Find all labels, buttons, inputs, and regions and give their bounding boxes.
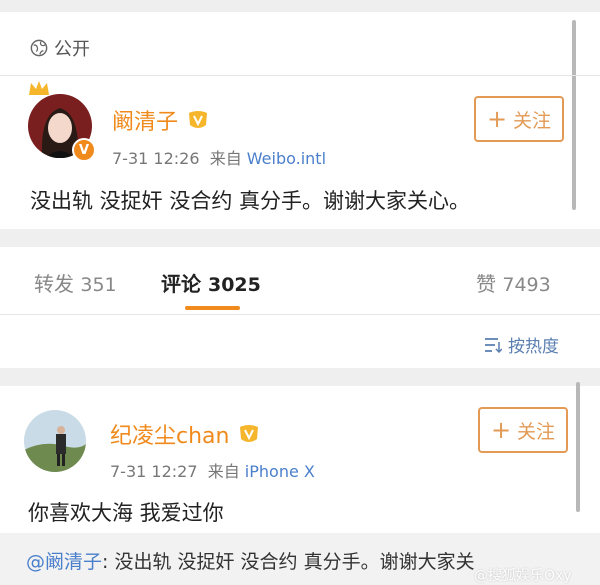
verified-badge: V [72,138,96,162]
comment-time: 7-31 12:27 [110,462,198,481]
sort-button[interactable]: 按热度 [484,332,559,357]
follow-label: 关注 [513,109,552,132]
comment-content: 你喜欢大海 我爱过你 [28,501,224,525]
globe-icon [30,39,48,57]
post-scrollbar[interactable] [572,20,576,210]
post-content: 没出轨 没捉奸 没合约 真分手。谢谢大家关心。 [30,189,471,213]
tab-comments-label: 评论 [161,272,201,296]
author-name-text[interactable]: 阚清子 [112,104,178,136]
tab-likes-label: 赞 [476,272,496,296]
active-tab-indicator [185,306,240,310]
watermark: @搜狐娱乐Oxy [474,568,572,584]
comment-source-prefix: 来自 [207,462,240,481]
divider [0,314,600,315]
sort-label: 按热度 [508,337,559,357]
vip-icon [240,425,259,442]
commenter-avatar[interactable] [24,410,86,472]
commenter-name-text[interactable]: 纪凌尘chan [110,418,229,450]
crown-icon [29,81,49,95]
tab-likes-count: 7493 [502,274,551,296]
quoted-post[interactable]: @阚清子: 没出轨 没捉奸 没合约 真分手。谢谢大家关 @搜狐娱乐Oxy [0,533,600,585]
author-avatar-wrap[interactable]: V [24,81,96,162]
plus-icon: + [490,416,512,444]
tab-reposts-count: 351 [80,274,117,296]
section-gap [0,229,600,247]
quoted-body: : 没出轨 没捉奸 没合约 真分手。谢谢大家关 [102,551,475,573]
section-gap [0,368,600,386]
post-time: 7-31 12:26 [112,149,200,168]
post-meta: 7-31 12:26 来自 Weibo.intl [112,145,326,169]
tab-comments[interactable]: 评论 3025 [161,268,261,297]
author-name[interactable]: 阚清子 [112,104,210,136]
visibility-text: 公开 [54,39,90,60]
follow-button[interactable]: + 关注 [474,96,564,142]
tab-reposts[interactable]: 转发 351 [34,268,117,297]
follow-label: 关注 [517,420,556,443]
sort-icon [485,337,502,353]
tab-reposts-label: 转发 [34,272,74,296]
tab-comments-count: 3025 [207,274,261,296]
divider [0,75,600,76]
visibility-label: 公开 [30,35,90,61]
plus-icon: + [486,105,508,133]
post-source[interactable]: Weibo.intl [247,149,326,168]
quoted-post-text: @阚清子: 没出轨 没捉奸 没合约 真分手。谢谢大家关 [26,547,475,574]
post-source-prefix: 来自 [209,149,242,168]
commenter-name[interactable]: 纪凌尘chan [110,418,261,450]
top-gap [0,0,600,12]
quoted-mention[interactable]: @阚清子 [26,551,102,573]
follow-button[interactable]: + 关注 [478,407,568,453]
comment-meta: 7-31 12:27 来自 iPhone X [110,458,315,482]
tab-likes[interactable]: 赞 7493 [476,268,551,297]
comment-source[interactable]: iPhone X [245,462,315,481]
vip-icon [189,111,208,128]
comment-scrollbar[interactable] [576,382,580,512]
